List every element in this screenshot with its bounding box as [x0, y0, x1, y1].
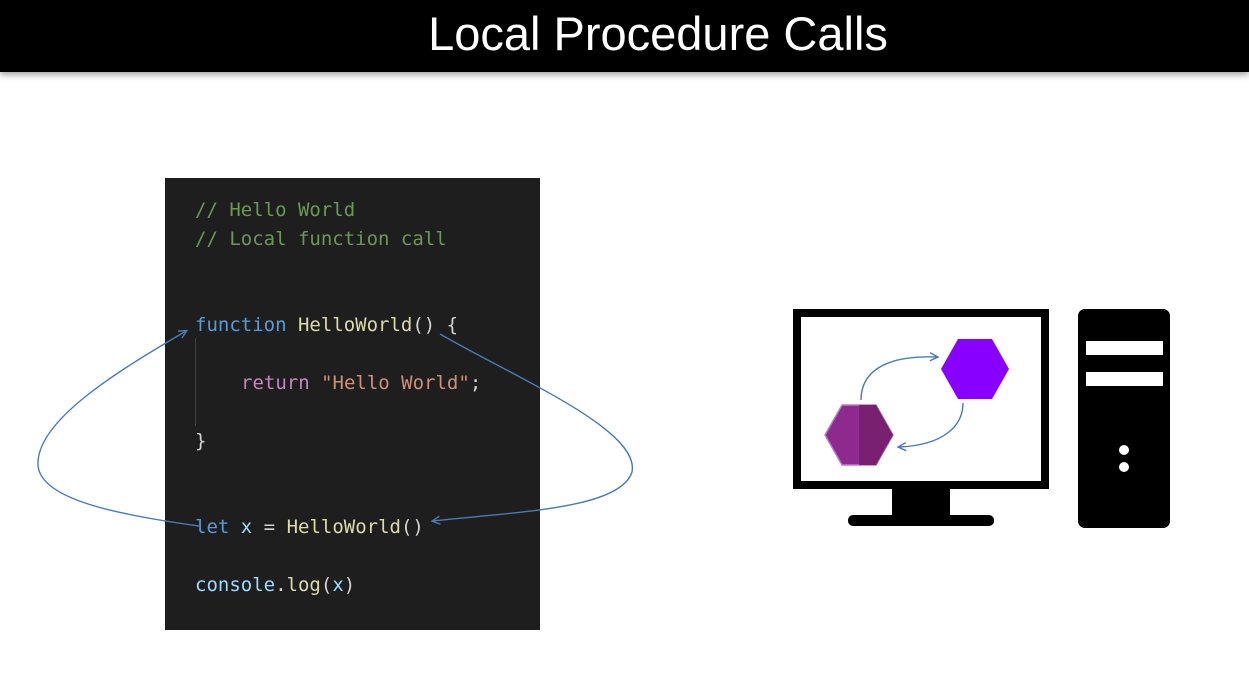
computer-tower-icon	[1078, 309, 1170, 528]
illustration-overlay	[37, 309, 1170, 528]
return-arrow	[433, 333, 633, 521]
call-arrow	[37, 331, 200, 527]
